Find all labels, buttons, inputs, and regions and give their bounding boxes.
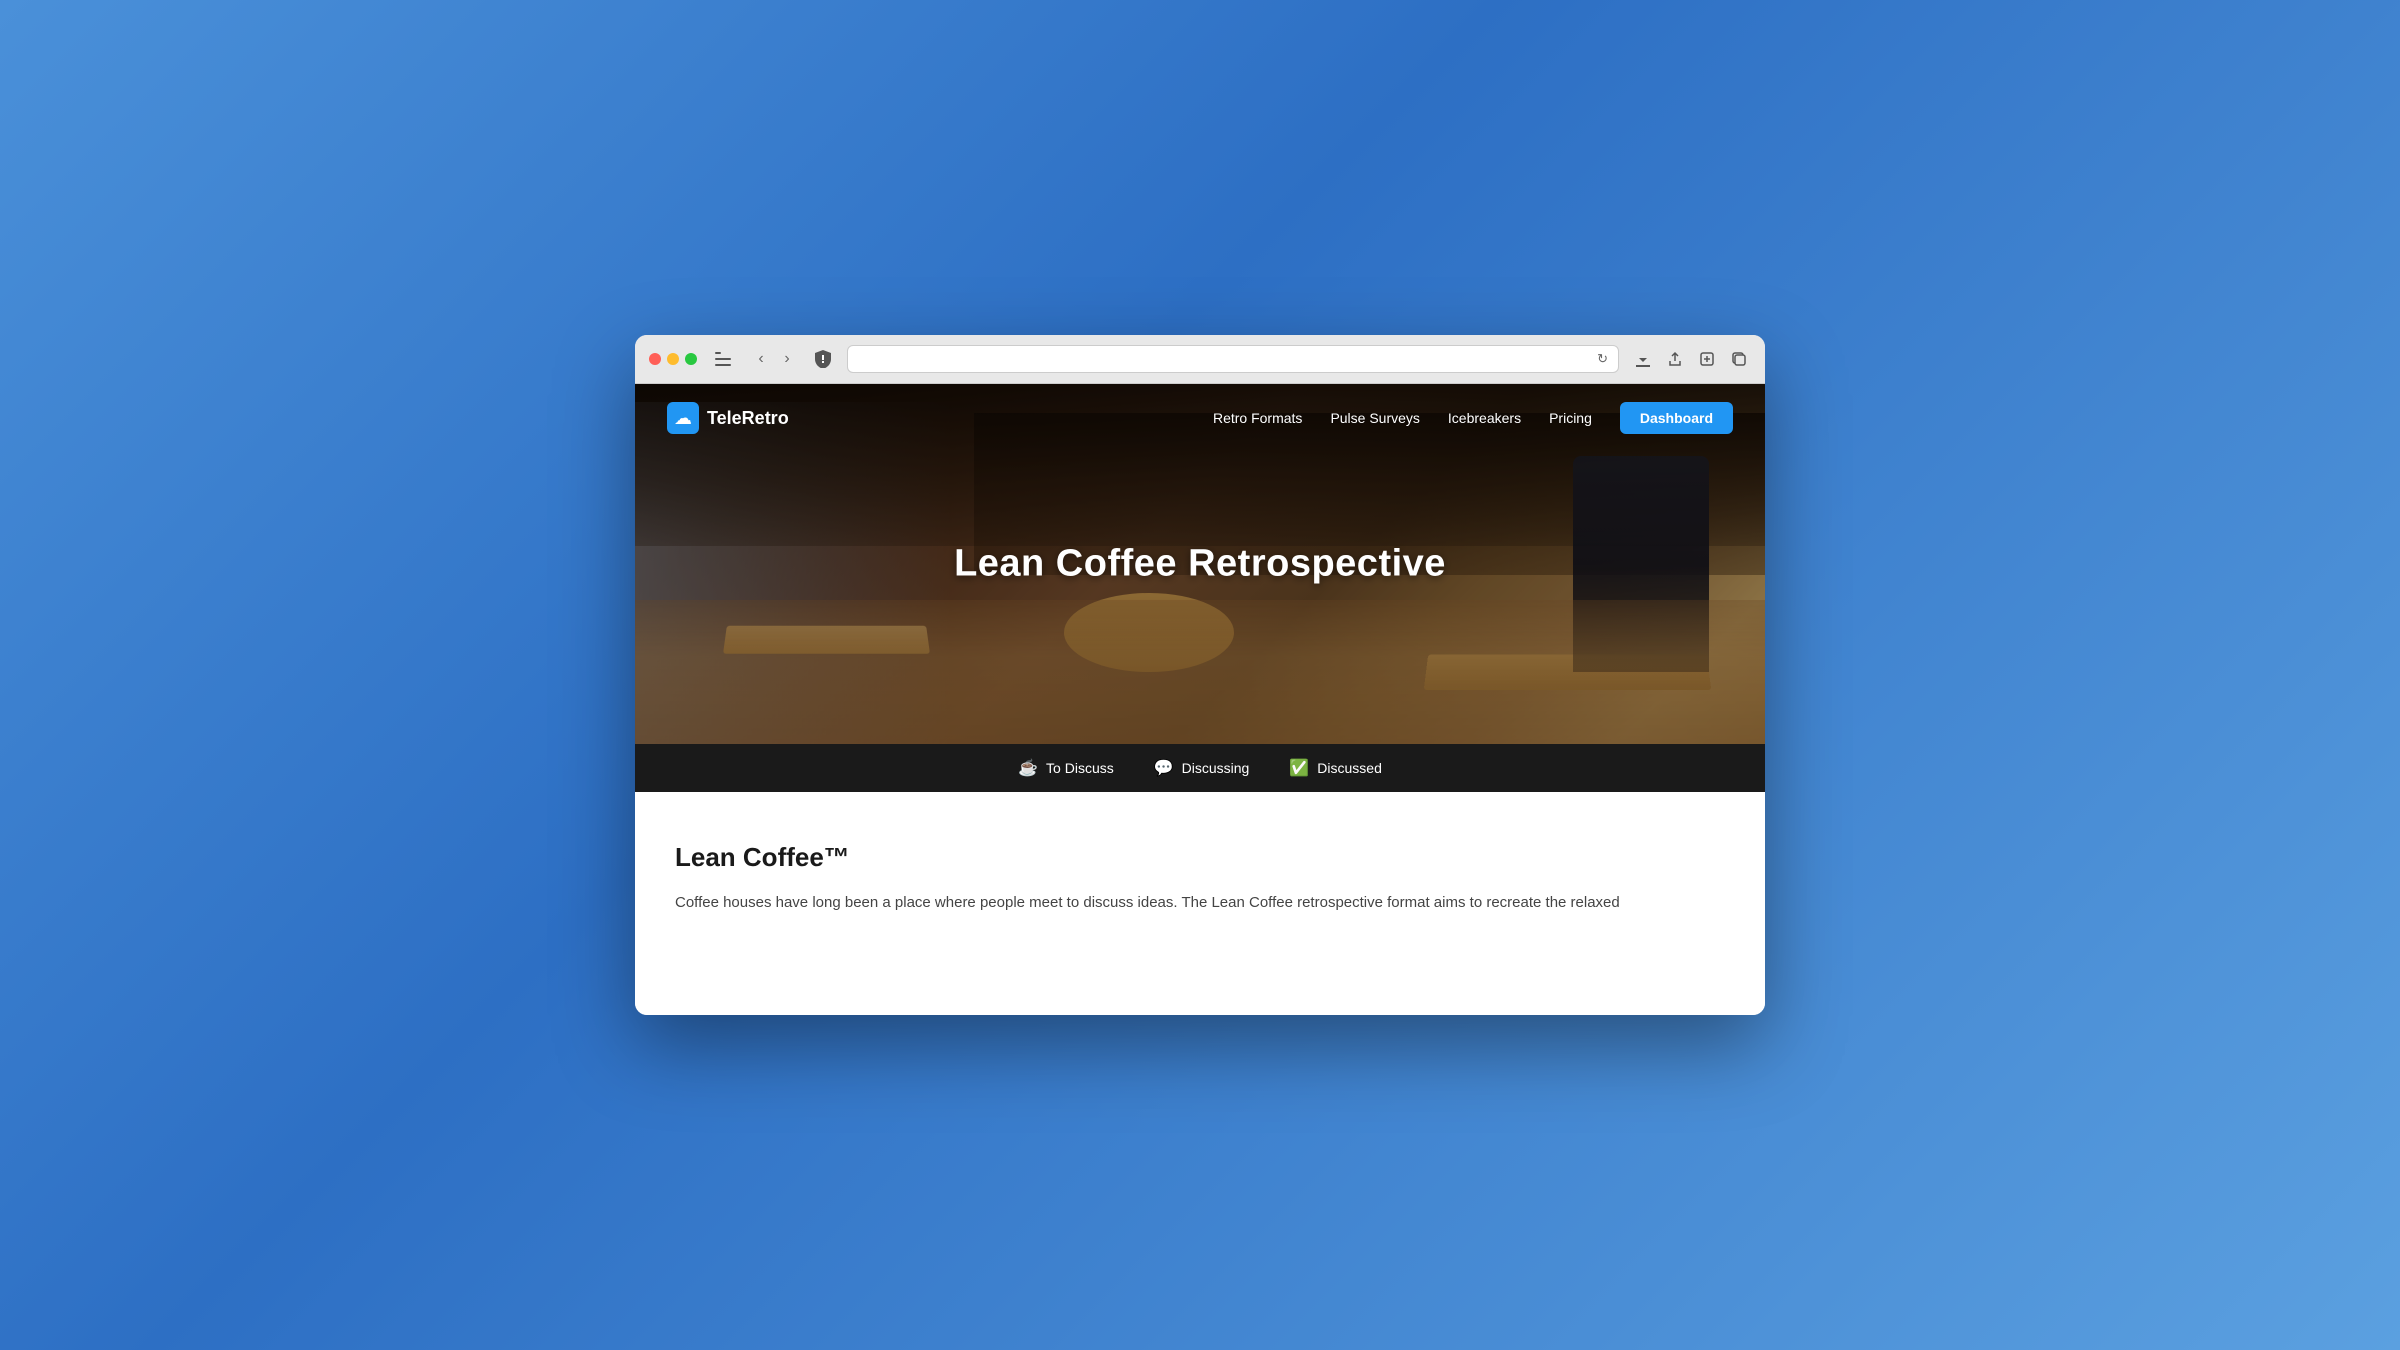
- minimize-button[interactable]: [667, 353, 679, 365]
- share-button[interactable]: [1663, 347, 1687, 371]
- nav-pricing[interactable]: Pricing: [1549, 410, 1592, 426]
- nav-pulse-surveys[interactable]: Pulse Surveys: [1330, 410, 1419, 426]
- browser-chrome: ‹ › ↻: [635, 335, 1765, 384]
- status-to-discuss: ☕ To Discuss: [1018, 758, 1114, 778]
- content-section: Lean Coffee™ Coffee houses have long bee…: [635, 792, 1765, 1015]
- discussing-label: Discussing: [1182, 760, 1250, 776]
- discussing-icon: 💬: [1154, 758, 1174, 778]
- dashboard-button[interactable]: Dashboard: [1620, 402, 1733, 434]
- cloud-icon: ☁: [674, 408, 692, 429]
- sidebar-toggle-button[interactable]: [709, 345, 737, 373]
- browser-actions: [1631, 347, 1751, 371]
- logo-text: TeleRetro: [707, 408, 789, 429]
- content-body: Coffee houses have long been a place whe…: [675, 891, 1725, 916]
- browser-nav-buttons: ‹ ›: [749, 347, 799, 371]
- discussed-label: Discussed: [1317, 760, 1382, 776]
- status-discussing: 💬 Discussing: [1154, 758, 1250, 778]
- site-navigation: ☁ TeleRetro Retro Formats Pulse Surveys …: [635, 384, 1765, 452]
- address-bar[interactable]: ↻: [847, 345, 1619, 373]
- nav-icebreakers[interactable]: Icebreakers: [1448, 410, 1521, 426]
- traffic-lights: [649, 353, 697, 365]
- close-button[interactable]: [649, 353, 661, 365]
- nav-links: Retro Formats Pulse Surveys Icebreakers …: [1213, 402, 1733, 434]
- tab-overview-button[interactable]: [1727, 347, 1751, 371]
- discussed-icon: ✅: [1289, 758, 1309, 778]
- hero-title-container: Lean Coffee Retrospective: [954, 543, 1446, 586]
- download-button[interactable]: [1631, 347, 1655, 371]
- browser-window: ‹ › ↻: [635, 335, 1765, 1015]
- logo-icon: ☁: [667, 402, 699, 434]
- nav-retro-formats[interactable]: Retro Formats: [1213, 410, 1302, 426]
- nav-logo: ☁ TeleRetro: [667, 402, 789, 434]
- hero-section: ☁ TeleRetro Retro Formats Pulse Surveys …: [635, 384, 1765, 744]
- refresh-button[interactable]: ↻: [1597, 351, 1608, 367]
- new-tab-button[interactable]: [1695, 347, 1719, 371]
- back-button[interactable]: ‹: [749, 347, 773, 371]
- hero-title: Lean Coffee Retrospective: [954, 543, 1446, 586]
- hero-wrapper: ☁ TeleRetro Retro Formats Pulse Surveys …: [635, 384, 1765, 792]
- website-content: ☁ TeleRetro Retro Formats Pulse Surveys …: [635, 384, 1765, 1015]
- status-bar: ☕ To Discuss 💬 Discussing ✅ Discussed: [635, 744, 1765, 792]
- content-title: Lean Coffee™: [675, 842, 1725, 873]
- to-discuss-label: To Discuss: [1046, 760, 1114, 776]
- maximize-button[interactable]: [685, 353, 697, 365]
- forward-button[interactable]: ›: [775, 347, 799, 371]
- status-discussed: ✅ Discussed: [1289, 758, 1382, 778]
- to-discuss-icon: ☕: [1018, 758, 1038, 778]
- privacy-shield-icon: [811, 347, 835, 371]
